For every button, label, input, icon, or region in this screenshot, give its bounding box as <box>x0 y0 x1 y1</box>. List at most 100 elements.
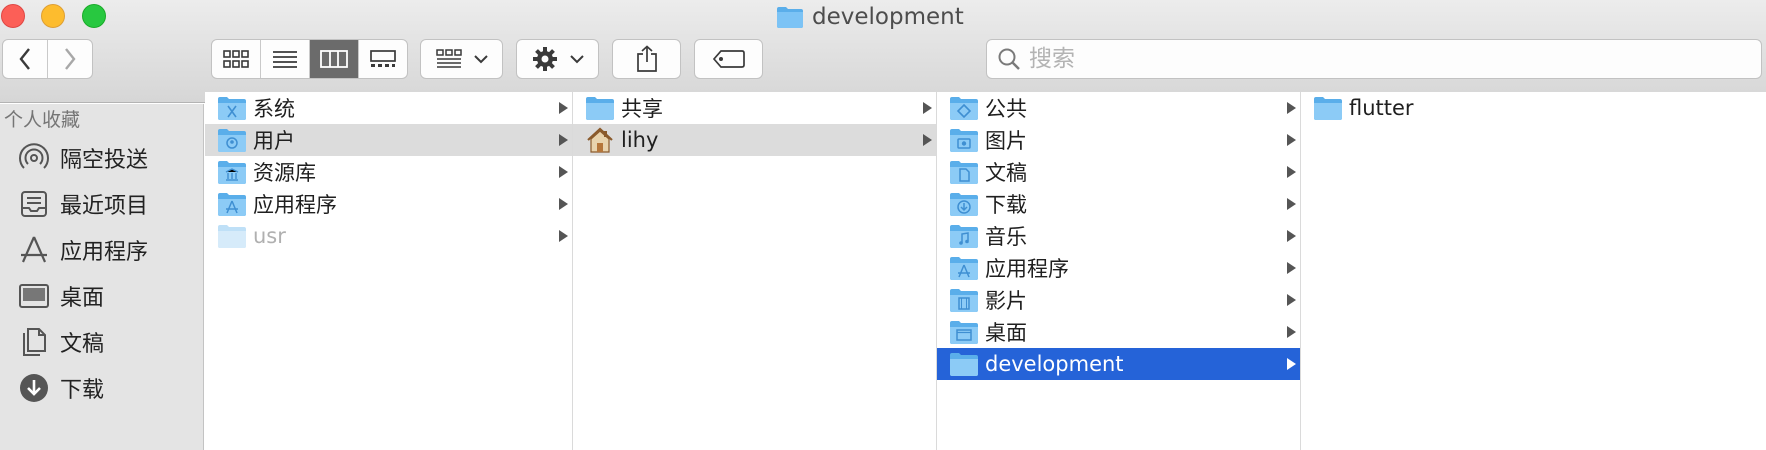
sidebar-item-airdrop[interactable]: 隔空投送 <box>18 138 148 178</box>
finder-window: development 搜索 个人收藏 隔空投送 最近项目 应用程序 桌面 文稿… <box>0 0 1766 450</box>
browser-column-1: 系统 用户 资源库 应用程序 usr <box>205 92 573 450</box>
list-item[interactable]: 下载 <box>937 188 1300 220</box>
list-item[interactable]: 音乐 <box>937 220 1300 252</box>
minimize-window-button[interactable] <box>41 4 65 28</box>
share-button[interactable] <box>612 39 681 79</box>
sidebar-item-label: 下载 <box>60 378 105 403</box>
list-item[interactable]: development <box>937 348 1300 380</box>
list-item[interactable]: 资源库 <box>205 156 572 188</box>
desktop-icon <box>18 280 50 312</box>
home-icon <box>587 127 613 153</box>
list-item[interactable]: 用户 <box>205 124 572 156</box>
applications-icon <box>18 234 50 266</box>
item-name: 下载 <box>985 193 1027 217</box>
chevron-down-icon <box>473 55 488 64</box>
column-view-icon <box>320 50 348 68</box>
disclosure-arrow-icon <box>1287 262 1296 274</box>
item-name: development <box>985 352 1124 376</box>
list-item[interactable]: 文稿 <box>937 156 1300 188</box>
icon-view-icon <box>223 50 249 68</box>
disclosure-arrow-icon <box>559 198 568 210</box>
forward-button[interactable] <box>48 40 92 78</box>
action-menu-button[interactable] <box>516 39 599 79</box>
item-name: 影片 <box>985 289 1027 313</box>
gallery-view-button[interactable] <box>359 40 407 78</box>
item-name: 用户 <box>253 129 295 153</box>
item-name: 文稿 <box>985 161 1027 185</box>
list-item[interactable]: 影片 <box>937 284 1300 316</box>
item-name: 系统 <box>253 97 295 121</box>
airdrop-icon <box>18 142 50 174</box>
disclosure-arrow-icon <box>1287 358 1296 370</box>
item-name: 共享 <box>621 97 663 121</box>
recents-icon <box>18 188 50 220</box>
zoom-window-button[interactable] <box>82 4 106 28</box>
public-folder-icon <box>950 97 978 120</box>
disclosure-arrow-icon <box>1287 326 1296 338</box>
folder-icon <box>777 7 803 28</box>
chevron-right-icon <box>65 48 76 70</box>
list-item[interactable]: 公共 <box>937 92 1300 124</box>
item-name: 应用程序 <box>985 257 1069 281</box>
folder-icon <box>586 97 614 120</box>
close-window-button[interactable] <box>1 4 25 28</box>
back-button[interactable] <box>3 40 48 78</box>
browser-column-2: 共享 lihy <box>573 92 937 450</box>
item-name: 桌面 <box>985 321 1027 345</box>
item-name: lihy <box>621 128 659 152</box>
desktop-folder-icon <box>950 321 978 344</box>
sidebar-item-label: 隔空投送 <box>60 148 149 173</box>
list-item[interactable]: 应用程序 <box>937 252 1300 284</box>
share-icon <box>636 45 657 72</box>
search-input[interactable] <box>1029 46 1629 72</box>
list-item[interactable]: 共享 <box>573 92 936 124</box>
applications-folder-icon <box>950 257 978 280</box>
window-title-text: development <box>812 4 964 30</box>
gallery-view-icon <box>370 50 396 67</box>
sidebar-item-documents[interactable]: 文稿 <box>18 322 104 362</box>
chevron-left-icon <box>19 48 30 70</box>
list-item[interactable]: 系统 <box>205 92 572 124</box>
browser-column-4: flutter <box>1301 92 1766 450</box>
sidebar-item-applications[interactable]: 应用程序 <box>18 230 148 270</box>
disclosure-arrow-icon <box>559 166 568 178</box>
item-name: flutter <box>1349 96 1414 120</box>
list-item[interactable]: 图片 <box>937 124 1300 156</box>
sidebar-item-downloads[interactable]: 下载 <box>18 368 104 408</box>
icon-view-button[interactable] <box>212 40 261 78</box>
downloads-icon <box>18 372 50 404</box>
list-item[interactable]: 应用程序 <box>205 188 572 220</box>
column-view-button[interactable] <box>310 40 359 78</box>
applications-folder-icon <box>218 193 246 216</box>
sidebar-item-label: 桌面 <box>60 286 105 311</box>
item-name: 音乐 <box>985 225 1027 249</box>
list-item[interactable]: flutter <box>1301 92 1766 124</box>
item-name: 资源库 <box>253 161 316 185</box>
browser-column-3: 公共 图片 文稿 下载 音乐 应用程序 影片 桌面 development <box>937 92 1301 450</box>
search-field[interactable] <box>986 39 1762 79</box>
group-by-button[interactable] <box>420 39 503 79</box>
sidebar: 个人收藏 隔空投送 最近项目 应用程序 桌面 文稿 下载 <box>0 104 204 450</box>
sidebar-item-desktop[interactable]: 桌面 <box>18 276 104 316</box>
disclosure-arrow-icon <box>559 230 568 242</box>
sidebar-item-recents[interactable]: 最近项目 <box>18 184 148 224</box>
list-item[interactable]: usr <box>205 220 572 252</box>
disclosure-arrow-icon <box>1287 230 1296 242</box>
toolbar: development <box>0 0 1766 103</box>
list-item[interactable]: 桌面 <box>937 316 1300 348</box>
disclosure-arrow-icon <box>1287 134 1296 146</box>
item-name: 公共 <box>985 97 1027 121</box>
tag-button[interactable] <box>694 39 763 79</box>
group-by-icon <box>435 49 462 68</box>
gear-icon <box>532 47 557 71</box>
folder-icon <box>1314 97 1342 120</box>
list-item[interactable]: lihy <box>573 124 936 156</box>
list-view-button[interactable] <box>261 40 310 78</box>
movies-folder-icon <box>950 289 978 312</box>
disclosure-arrow-icon <box>559 102 568 114</box>
item-name: 图片 <box>985 129 1027 153</box>
search-icon <box>998 48 1020 70</box>
window-title: development <box>776 2 964 32</box>
tag-icon <box>712 50 745 68</box>
documents-icon <box>18 326 50 358</box>
